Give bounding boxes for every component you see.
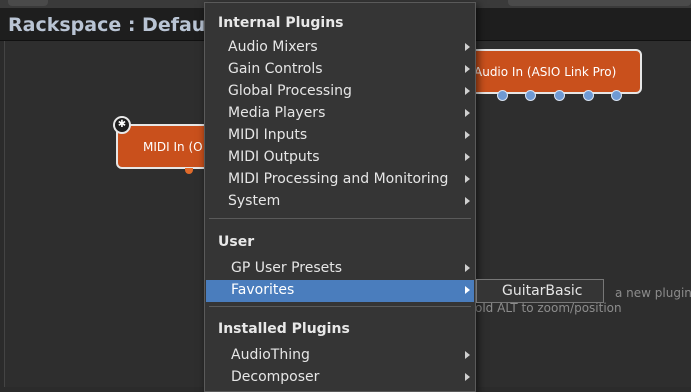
chevron-right-icon — [465, 175, 470, 183]
chevron-right-icon — [465, 65, 470, 73]
menu-item-favorites[interactable]: Favorites — [206, 280, 474, 302]
menu-item-gain-controls[interactable]: Gain Controls — [206, 59, 474, 81]
menu-item-audiothing[interactable]: AudioThing — [206, 345, 474, 367]
menu-section-internal-plugins: Internal Plugins — [218, 15, 344, 31]
chevron-right-icon — [465, 131, 470, 139]
menu-item-media-players[interactable]: Media Players — [206, 103, 474, 125]
chevron-right-icon — [465, 197, 470, 205]
audio-out-pin[interactable] — [497, 90, 508, 101]
chevron-right-icon — [465, 87, 470, 95]
canvas-hint-line2: old ALT to zoom/position — [475, 301, 622, 315]
rackspace-title: Rackspace : Default — [8, 14, 221, 36]
chevron-right-icon — [465, 264, 470, 272]
favorites-submenu: GuitarBasic — [476, 279, 604, 303]
submenu-item-guitarbasic[interactable]: GuitarBasic — [502, 283, 583, 299]
plugin-context-menu: Internal Plugins Audio Mixers Gain Contr… — [204, 2, 476, 392]
menu-section-user: User — [218, 234, 255, 250]
audio-in-node[interactable]: Audio In (ASIO Link Pro) — [460, 49, 642, 94]
toolbar-tab[interactable] — [508, 0, 691, 6]
menu-separator — [209, 306, 471, 307]
chevron-right-icon — [465, 43, 470, 51]
menu-separator — [209, 218, 471, 219]
chevron-right-icon — [465, 109, 470, 117]
chevron-right-icon — [465, 373, 470, 381]
chevron-right-icon — [465, 153, 470, 161]
audio-out-pin[interactable] — [583, 90, 594, 101]
chevron-right-icon — [465, 286, 470, 294]
audio-out-pin[interactable] — [525, 90, 536, 101]
menu-section-installed-plugins: Installed Plugins — [218, 321, 350, 337]
menu-item-decomposer[interactable]: Decomposer — [206, 367, 474, 389]
menu-item-midi-processing[interactable]: MIDI Processing and Monitoring — [206, 169, 474, 191]
gear-icon[interactable]: ✱ — [113, 116, 131, 134]
toolbar-tab[interactable] — [8, 0, 48, 6]
menu-item-global-processing[interactable]: Global Processing — [206, 81, 474, 103]
menu-item-system[interactable]: System — [206, 191, 474, 213]
audio-out-pin[interactable] — [611, 90, 622, 101]
menu-item-midi-outputs[interactable]: MIDI Outputs — [206, 147, 474, 169]
canvas-hint-line1: a new plugin. — [615, 286, 691, 300]
audio-in-node-label: Audio In (ASIO Link Pro) — [474, 64, 617, 79]
audio-out-pin[interactable] — [554, 90, 565, 101]
menu-item-midi-inputs[interactable]: MIDI Inputs — [206, 125, 474, 147]
menu-item-audio-mixers[interactable]: Audio Mixers — [206, 37, 474, 59]
menu-item-gp-user-presets[interactable]: GP User Presets — [206, 258, 474, 280]
midi-in-node[interactable]: MIDI In (O — [116, 124, 216, 169]
midi-in-node-label: MIDI In (O — [143, 139, 203, 154]
chevron-right-icon — [465, 351, 470, 359]
